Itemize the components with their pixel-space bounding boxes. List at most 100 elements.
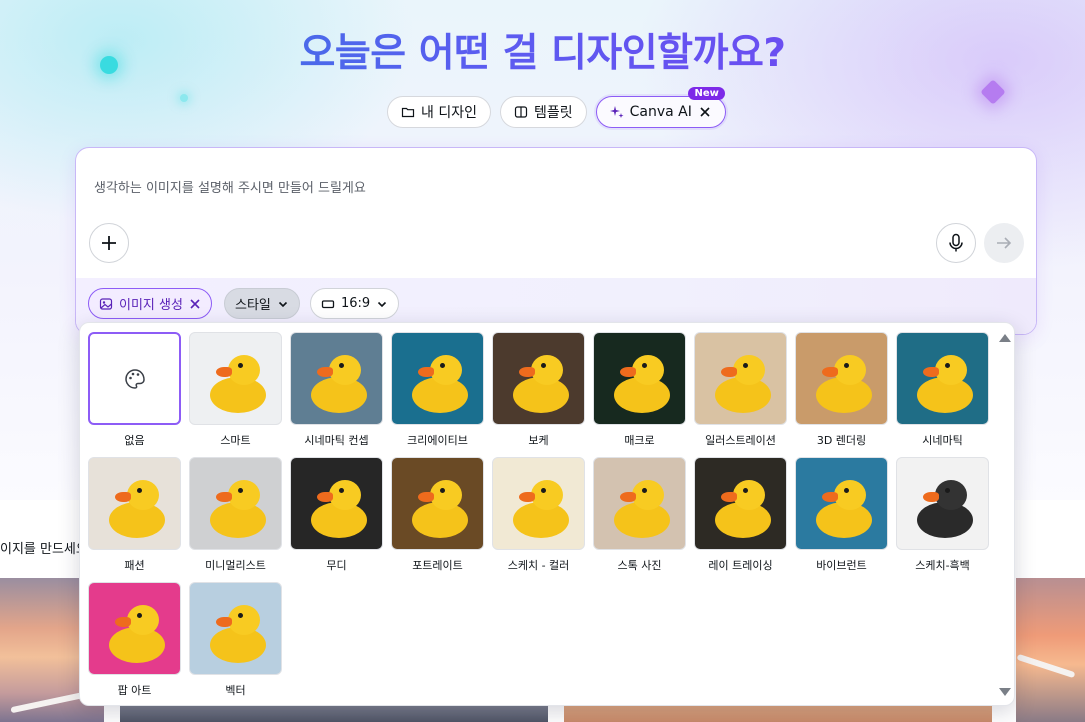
style-picker-popup: 없음 스마트 시네마틱 컨셉 크리에이티브 보케 매크로 일러스트레이션 3D 렌더링 시네마틱… xyxy=(79,322,1015,706)
duck-image xyxy=(89,583,180,674)
style-option[interactable]: 패션 xyxy=(88,457,181,572)
style-option[interactable]: 바이브런트 xyxy=(795,457,888,572)
style-option[interactable]: 스케치 - 컬러 xyxy=(492,457,585,572)
style-label: 3D 렌더링 xyxy=(816,434,867,447)
style-option[interactable]: 보케 xyxy=(492,332,585,447)
duck-image xyxy=(796,333,887,424)
image-generate-chip[interactable]: 이미지 생성 xyxy=(88,288,212,319)
style-thumbnail xyxy=(492,457,585,550)
tab-label: 템플릿 xyxy=(533,105,573,121)
sparkle-icon xyxy=(609,105,624,119)
style-label: 크리에이티브 xyxy=(407,434,468,447)
style-option[interactable]: 벡터 xyxy=(189,582,282,697)
style-thumbnail xyxy=(189,332,282,425)
tab-my-designs[interactable]: 내 디자인 xyxy=(387,96,491,128)
tab-templates[interactable]: 템플릿 xyxy=(499,96,587,128)
style-label: 스케치-흑백 xyxy=(915,559,970,572)
mode-tabs: 내 디자인 템플릿 Canva AI New xyxy=(387,87,726,128)
submit-button[interactable] xyxy=(984,223,1024,263)
duck-image xyxy=(190,583,281,674)
style-thumbnail xyxy=(795,332,888,425)
folder-icon xyxy=(401,105,415,119)
style-label: 매크로 xyxy=(624,434,655,447)
style-option[interactable]: 시네마틱 xyxy=(896,332,989,447)
style-label: 바이브런트 xyxy=(816,559,867,572)
duck-image xyxy=(897,458,988,549)
tab-label: Canva AI xyxy=(629,104,692,120)
scroll-down-arrow[interactable] xyxy=(999,688,1011,696)
ai-prompt-box: 생각하는 이미지를 설명해 주시면 만들어 드릴게요 이미지 생성 스타일 16… xyxy=(75,147,1037,335)
chevron-down-icon xyxy=(278,301,287,307)
style-thumbnail xyxy=(189,457,282,550)
style-label: 스마트 xyxy=(220,434,251,447)
prompt-input[interactable]: 생각하는 이미지를 설명해 주시면 만들어 드릴게요 xyxy=(94,177,366,196)
style-option[interactable]: 크리에이티브 xyxy=(391,332,484,447)
duck-image xyxy=(695,333,786,424)
style-option[interactable]: 스마트 xyxy=(189,332,282,447)
style-thumbnail xyxy=(694,332,787,425)
image-icon xyxy=(99,297,113,310)
style-thumbnail xyxy=(795,457,888,550)
duck-image xyxy=(897,333,988,424)
page-headline: 오늘은 어떤 걸 디자인할까요? xyxy=(0,22,1085,78)
style-option[interactable]: 시네마틱 컨셉 xyxy=(290,332,383,447)
style-option[interactable]: 3D 렌더링 xyxy=(795,332,888,447)
style-option[interactable]: 매크로 xyxy=(593,332,686,447)
style-thumbnail xyxy=(290,332,383,425)
template-icon xyxy=(514,105,528,119)
duck-image xyxy=(493,458,584,549)
style-label: 레이 트레이싱 xyxy=(708,559,773,572)
style-option[interactable]: 레이 트레이싱 xyxy=(694,457,787,572)
tab-canva-ai[interactable]: Canva AI New xyxy=(595,87,726,128)
style-label: 시네마틱 컨셉 xyxy=(304,434,369,447)
new-badge: New xyxy=(688,87,725,100)
style-thumbnail xyxy=(896,457,989,550)
scroll-up-arrow[interactable] xyxy=(999,334,1011,342)
style-label: 무디 xyxy=(326,559,347,572)
add-button[interactable] xyxy=(89,223,129,263)
style-thumbnail xyxy=(88,457,181,550)
close-icon xyxy=(190,298,200,309)
style-label: 미니멀리스트 xyxy=(205,559,266,572)
duck-image xyxy=(695,458,786,549)
style-thumbnail xyxy=(391,332,484,425)
duck-image xyxy=(291,333,382,424)
style-thumbnail xyxy=(694,457,787,550)
style-label: 없음 xyxy=(124,434,145,447)
chip-label: 16:9 xyxy=(341,296,371,311)
chip-label: 스타일 xyxy=(235,298,271,313)
tab-label: 내 디자인 xyxy=(421,105,477,121)
close-icon[interactable] xyxy=(698,105,712,119)
duck-image xyxy=(291,458,382,549)
style-label: 스톡 사진 xyxy=(617,559,662,572)
style-label: 시네마틱 xyxy=(922,434,963,447)
style-dropdown[interactable]: 스타일 xyxy=(224,288,300,319)
chip-label: 이미지 생성 xyxy=(119,298,183,313)
style-option[interactable]: 팝 아트 xyxy=(88,582,181,697)
style-label: 팝 아트 xyxy=(117,684,152,697)
duck-image xyxy=(493,333,584,424)
plus-icon xyxy=(102,236,116,250)
style-option[interactable]: 없음 xyxy=(88,332,181,447)
style-thumbnail xyxy=(88,332,181,425)
style-option[interactable]: 스케치-흑백 xyxy=(896,457,989,572)
style-option[interactable]: 무디 xyxy=(290,457,383,572)
duck-image xyxy=(190,333,281,424)
microphone-icon xyxy=(949,233,963,252)
duck-image xyxy=(190,458,281,549)
style-option[interactable]: 포트레이트 xyxy=(391,457,484,572)
style-thumbnail xyxy=(593,457,686,550)
duck-image xyxy=(796,458,887,549)
style-label: 벡터 xyxy=(225,684,246,697)
style-option[interactable]: 일러스트레이션 xyxy=(694,332,787,447)
sparkle-decoration xyxy=(180,94,188,102)
duck-image xyxy=(594,458,685,549)
style-thumbnail xyxy=(290,457,383,550)
style-option[interactable]: 스톡 사진 xyxy=(593,457,686,572)
template-thumbnail[interactable] xyxy=(1016,578,1085,722)
style-grid: 없음 스마트 시네마틱 컨셉 크리에이티브 보케 매크로 일러스트레이션 3D 렌더링 시네마틱… xyxy=(88,332,998,697)
voice-input-button[interactable] xyxy=(936,223,976,263)
style-option[interactable]: 미니멀리스트 xyxy=(189,457,282,572)
aspect-ratio-icon xyxy=(321,299,335,308)
aspect-ratio-dropdown[interactable]: 16:9 xyxy=(310,288,400,319)
